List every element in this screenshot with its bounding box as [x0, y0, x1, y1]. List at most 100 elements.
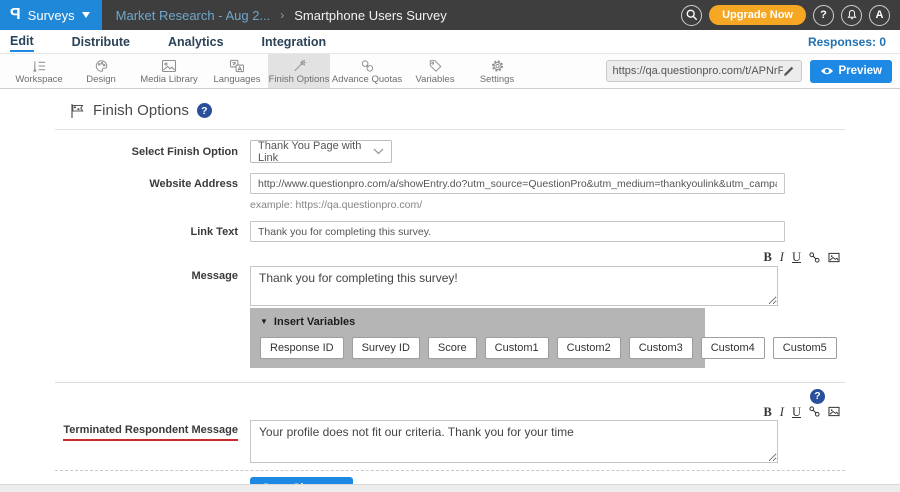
message-label: Message	[55, 266, 250, 282]
var-custom2-button[interactable]: Custom2	[557, 337, 621, 359]
chain-icon	[360, 58, 375, 73]
avatar: A	[876, 10, 884, 21]
var-custom3-button[interactable]: Custom3	[629, 337, 693, 359]
bold-button[interactable]: B	[763, 251, 771, 264]
header-actions: Upgrade Now ? A	[681, 0, 900, 30]
eye-icon	[820, 66, 834, 76]
product-switcher[interactable]: P Surveys	[0, 0, 102, 30]
insert-image-button[interactable]	[828, 406, 840, 417]
tool-media-library[interactable]: Media Library	[132, 54, 206, 88]
dashed-divider	[55, 470, 845, 471]
search-button[interactable]	[681, 5, 702, 26]
translate-icon	[229, 58, 245, 73]
product-name: Surveys	[28, 8, 75, 23]
tab-analytics[interactable]: Analytics	[168, 33, 224, 51]
link-button[interactable]	[809, 252, 820, 263]
website-address-row: Website Address	[55, 173, 845, 194]
finish-option-label: Select Finish Option	[55, 146, 250, 158]
edit-pencil-icon[interactable]	[783, 65, 795, 77]
terminated-message-row: Terminated Respondent Message Your profi…	[55, 420, 845, 463]
var-score-button[interactable]: Score	[428, 337, 477, 359]
tab-edit[interactable]: Edit	[10, 32, 34, 52]
tool-settings[interactable]: Settings	[466, 54, 528, 88]
notifications-button[interactable]	[841, 5, 862, 26]
tool-workspace[interactable]: Workspace	[8, 54, 70, 88]
page-title: Finish Options	[93, 102, 189, 119]
variable-buttons: Response ID Survey ID Score Custom1 Cust…	[260, 337, 695, 359]
terminated-message-textarea[interactable]: Your profile does not fit our criteria. …	[250, 420, 778, 463]
message-textarea[interactable]: Thank you for completing this survey!	[250, 266, 778, 306]
insert-image-button[interactable]	[828, 252, 840, 263]
tool-advance-quotas[interactable]: Advance Quotas	[330, 54, 404, 88]
tag-icon	[428, 58, 443, 73]
edit-toolbar: Workspace Design Media Library Languages…	[0, 54, 900, 89]
flag-icon	[69, 103, 85, 119]
tab-integration[interactable]: Integration	[262, 33, 327, 51]
var-custom5-button[interactable]: Custom5	[773, 337, 837, 359]
bold-button[interactable]: B	[763, 406, 771, 419]
breadcrumb-survey-name: Smartphone Users Survey	[294, 8, 446, 23]
terminated-message-label: Terminated Respondent Message	[55, 420, 250, 441]
tool-finish-options[interactable]: Finish Options	[268, 54, 330, 88]
bottom-strip	[0, 484, 900, 492]
breadcrumb-folder[interactable]: Market Research - Aug 2...	[116, 8, 271, 23]
website-address-example: example: https://qa.questionpro.com/	[250, 199, 845, 211]
italic-button[interactable]: I	[780, 251, 784, 264]
tool-languages[interactable]: Languages	[206, 54, 268, 88]
help-icon[interactable]: ?	[810, 389, 825, 404]
finish-options-panel: Finish Options ? Select Finish Option Th…	[0, 89, 900, 484]
upgrade-button[interactable]: Upgrade Now	[709, 5, 806, 25]
italic-button[interactable]: I	[780, 406, 784, 419]
var-custom4-button[interactable]: Custom4	[701, 337, 765, 359]
preview-button[interactable]: Preview	[810, 60, 892, 83]
link-text-row: Link Text	[55, 221, 845, 242]
palette-icon	[94, 58, 109, 73]
finish-option-select[interactable]: Thank You Page with Link	[250, 140, 392, 163]
bell-icon	[846, 9, 858, 21]
finish-option-value: Thank You Page with Link	[258, 140, 373, 164]
tool-variables[interactable]: Variables	[404, 54, 466, 88]
question-icon: ?	[820, 10, 827, 21]
survey-url-field[interactable]: https://qa.questionpro.com/t/APNrFZgQ	[606, 60, 802, 82]
var-response-id-button[interactable]: Response ID	[260, 337, 344, 359]
breadcrumb: Market Research - Aug 2... › Smartphone …	[116, 0, 447, 30]
tab-distribute[interactable]: Distribute	[72, 33, 130, 51]
account-button[interactable]: A	[869, 5, 890, 26]
page-head: Finish Options ?	[55, 89, 845, 130]
terminated-editor-toolbar: B I U	[110, 406, 840, 419]
responses-count[interactable]: Responses: 0	[808, 35, 890, 49]
top-header: P Surveys Market Research - Aug 2... › S…	[0, 0, 900, 30]
wand-icon	[292, 58, 307, 73]
app-window: P Surveys Market Research - Aug 2... › S…	[0, 0, 900, 484]
insert-variables-toggle[interactable]: ▼ Insert Variables	[260, 316, 695, 328]
message-editor-toolbar: B I U	[110, 251, 840, 264]
var-survey-id-button[interactable]: Survey ID	[352, 337, 420, 359]
survey-url: https://qa.questionpro.com/t/APNrFZgQ	[613, 65, 783, 77]
insert-variables-panel: ▼ Insert Variables Response ID Survey ID…	[250, 308, 705, 368]
var-custom1-button[interactable]: Custom1	[485, 337, 549, 359]
website-address-label: Website Address	[55, 178, 250, 190]
gear-icon	[490, 58, 505, 73]
help-button[interactable]: ?	[813, 5, 834, 26]
tool-design[interactable]: Design	[70, 54, 132, 88]
terminated-help-row: ?	[55, 383, 845, 404]
insert-variables-title: Insert Variables	[274, 316, 355, 328]
search-icon	[686, 9, 698, 21]
chevron-down-icon	[82, 12, 90, 18]
chevron-down-icon	[373, 148, 384, 155]
breadcrumb-separator-icon: ›	[280, 8, 284, 22]
message-row: Message Thank you for completing this su…	[55, 266, 845, 306]
underline-button[interactable]: U	[792, 406, 801, 419]
link-button[interactable]	[809, 406, 820, 417]
help-icon[interactable]: ?	[197, 103, 212, 118]
workspace-icon	[32, 58, 47, 73]
ribbon-right: https://qa.questionpro.com/t/APNrFZgQ Pr…	[606, 54, 900, 88]
survey-nav: Edit Distribute Analytics Integration Re…	[0, 30, 900, 54]
collapse-triangle-icon: ▼	[260, 317, 268, 326]
underline-button[interactable]: U	[792, 251, 801, 264]
finish-option-row: Select Finish Option Thank You Page with…	[55, 140, 845, 163]
questionpro-logo: P	[10, 6, 21, 24]
website-address-input[interactable]	[250, 173, 785, 194]
link-text-input[interactable]	[250, 221, 785, 242]
link-text-label: Link Text	[55, 226, 250, 238]
